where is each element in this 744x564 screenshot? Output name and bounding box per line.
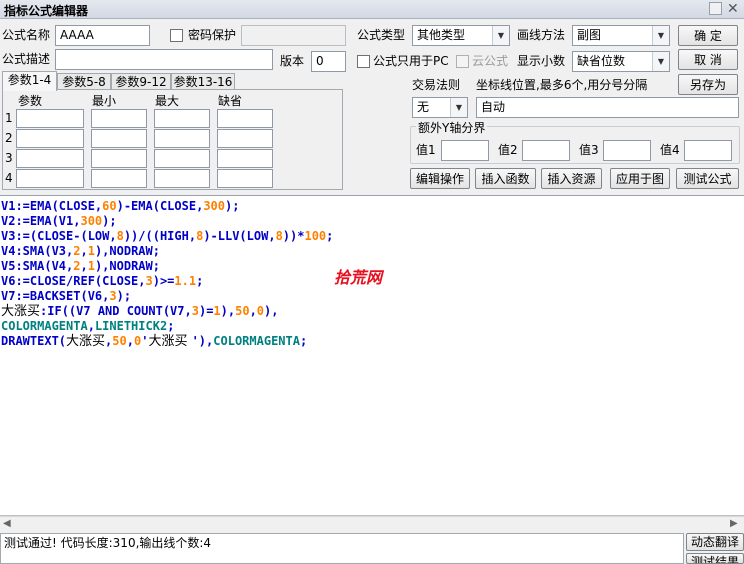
code-line-3: V3:=(CLOSE-(LOW,8))/((HIGH,8)-LLV(LOW,8)…: [1, 229, 334, 243]
apply-chart-button[interactable]: 应用于图: [610, 168, 670, 189]
trade-rule-select[interactable]: 无 ▼: [412, 97, 468, 118]
yaxis-label-1: 值1: [416, 143, 436, 157]
formula-desc-input[interactable]: [55, 49, 273, 70]
formula-name-label: 公式名称: [2, 28, 51, 42]
param-row-label: 3: [5, 151, 13, 165]
formula-type-label: 公式类型: [357, 28, 406, 42]
param-name-2[interactable]: [16, 129, 84, 148]
code-line-1: V1:=EMA(CLOSE,60)-EMA(CLOSE,300);: [1, 199, 240, 213]
chevron-down-icon[interactable]: ▼: [492, 26, 509, 45]
yaxis-input-3[interactable]: [603, 140, 651, 161]
formula-type-value: 其他类型: [417, 28, 466, 42]
param-default-2[interactable]: [217, 129, 273, 148]
param-max-4[interactable]: [154, 169, 210, 188]
version-input[interactable]: 0: [311, 51, 346, 72]
code-line-10: DRAWTEXT(大涨买,50,0'大涨买 '),COLORMAGENTA;: [1, 334, 308, 349]
formula-type-select[interactable]: 其他类型 ▼: [412, 25, 510, 46]
yaxis-input-4[interactable]: [684, 140, 732, 161]
version-label: 版本: [280, 54, 305, 68]
coord-input[interactable]: 自动: [476, 97, 739, 118]
trade-rule-value: 无: [417, 100, 430, 114]
watermark-text: 拾荒网: [334, 268, 383, 287]
trade-rule-label: 交易法则: [412, 78, 461, 92]
chevron-down-icon[interactable]: ▼: [450, 98, 467, 117]
code-line-9: COLORMAGENTA,LINETHICK2;: [1, 319, 175, 333]
scroll-left-icon[interactable]: ◀: [3, 518, 11, 529]
pc-only-checkbox[interactable]: [357, 55, 370, 68]
chevron-down-icon[interactable]: ▼: [652, 26, 669, 45]
param-default-4[interactable]: [217, 169, 273, 188]
yaxis-label-2: 值2: [498, 143, 518, 157]
save-as-button[interactable]: 另存为: [678, 74, 738, 95]
chevron-down-icon[interactable]: ▼: [652, 52, 669, 71]
code-line-8: 大涨买:IF((V7 AND COUNT(V7,3)=1),50,0),: [1, 304, 279, 319]
cloud-label: 云公式: [472, 54, 509, 68]
cancel-button[interactable]: 取 消: [678, 49, 738, 70]
param-min-3[interactable]: [91, 149, 147, 168]
window-title: 指标公式编辑器: [4, 4, 89, 18]
title-bar: 指标公式编辑器 ✕: [0, 0, 744, 19]
code-editor[interactable]: V1:=EMA(CLOSE,60)-EMA(CLOSE,300); V2:=EM…: [0, 195, 744, 516]
param-row-label: 2: [5, 131, 13, 145]
param-name-1[interactable]: [16, 109, 84, 128]
close-icon[interactable]: ✕: [727, 0, 739, 18]
formula-name-input[interactable]: AAAA: [55, 25, 150, 46]
tab-params-1-4[interactable]: 参数1-4: [2, 71, 57, 91]
param-min-1[interactable]: [91, 109, 147, 128]
pc-only-label: 公式只用于PC: [373, 54, 449, 68]
cloud-checkbox[interactable]: [456, 55, 469, 68]
param-max-2[interactable]: [154, 129, 210, 148]
maximize-icon[interactable]: [709, 2, 722, 15]
yaxis-input-2[interactable]: [522, 140, 570, 161]
insert-func-button[interactable]: 插入函数: [475, 168, 536, 189]
insert-res-button[interactable]: 插入资源: [541, 168, 602, 189]
draw-method-value: 副图: [577, 28, 602, 42]
draw-method-select[interactable]: 副图 ▼: [572, 25, 670, 46]
yaxis-input-1[interactable]: [441, 140, 489, 161]
param-row-label: 1: [5, 111, 13, 125]
param-header-min: 最小: [92, 94, 117, 108]
code-line-2: V2:=EMA(V1,300);: [1, 214, 117, 228]
code-line-6: V6:=CLOSE/REF(CLOSE,3)>=1.1;: [1, 274, 204, 288]
test-formula-button[interactable]: 测试公式: [676, 168, 739, 189]
password-checkbox[interactable]: [170, 29, 183, 42]
yaxis-label-3: 值3: [579, 143, 599, 157]
coord-label: 坐标线位置,最多6个,用分号分隔: [476, 78, 648, 92]
param-row-label: 4: [5, 171, 13, 185]
horizontal-scrollbar[interactable]: ◀ ▶: [0, 516, 744, 533]
decimals-select[interactable]: 缺省位数 ▼: [572, 51, 670, 72]
code-line-4: V4:SMA(V3,2,1),NODRAW;: [1, 244, 160, 258]
param-max-3[interactable]: [154, 149, 210, 168]
dynamic-translate-button[interactable]: 动态翻译: [686, 533, 744, 551]
decimals-label: 显示小数: [517, 54, 566, 68]
code-line-5: V5:SMA(V4,2,1),NODRAW;: [1, 259, 160, 273]
scroll-right-icon[interactable]: ▶: [730, 518, 738, 529]
param-default-3[interactable]: [217, 149, 273, 168]
ok-button[interactable]: 确 定: [678, 25, 738, 46]
password-input[interactable]: [241, 25, 346, 46]
param-max-1[interactable]: [154, 109, 210, 128]
yaxis-group-label: 额外Y轴分界: [416, 118, 488, 138]
edit-ops-button[interactable]: 编辑操作: [410, 168, 470, 189]
password-label: 密码保护: [188, 28, 237, 42]
formula-desc-label: 公式描述: [2, 52, 51, 66]
param-default-1[interactable]: [217, 109, 273, 128]
param-header-max: 最大: [155, 94, 180, 108]
param-min-4[interactable]: [91, 169, 147, 188]
param-header-default: 缺省: [218, 94, 243, 108]
decimals-value: 缺省位数: [577, 54, 626, 68]
param-header-name: 参数: [18, 94, 43, 108]
param-name-4[interactable]: [16, 169, 84, 188]
yaxis-label-4: 值4: [660, 143, 680, 157]
code-line-7: V7:=BACKSET(V6,3);: [1, 289, 132, 303]
param-name-3[interactable]: [16, 149, 84, 168]
draw-method-label: 画线方法: [517, 28, 566, 42]
status-text: 测试通过! 代码长度:310,输出线个数:4: [4, 536, 212, 550]
param-min-2[interactable]: [91, 129, 147, 148]
test-result-button[interactable]: 测试结果: [686, 553, 744, 564]
status-area: 测试通过! 代码长度:310,输出线个数:4: [0, 533, 684, 564]
